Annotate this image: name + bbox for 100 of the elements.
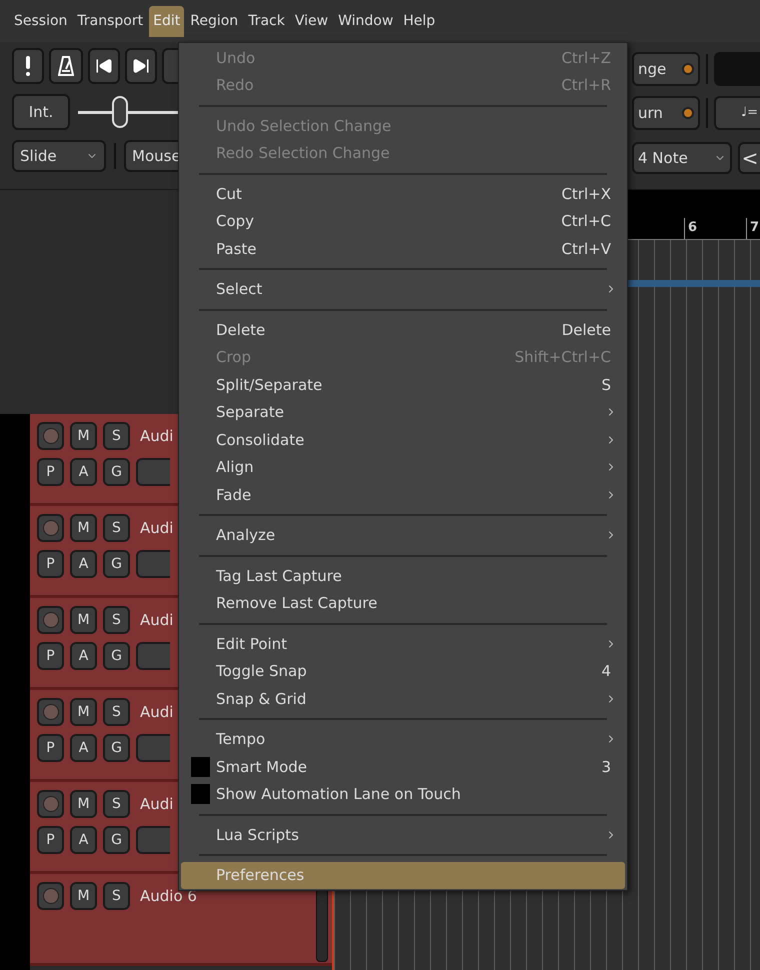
menu-item[interactable]: Cut Ctrl+X — [181, 180, 625, 208]
skip-back-icon — [95, 57, 113, 75]
record-button[interactable] — [37, 882, 64, 910]
menu-item[interactable]: Align — [181, 454, 625, 481]
playlist-button[interactable]: P — [37, 458, 64, 486]
track-input-button[interactable] — [136, 826, 170, 854]
menu-item[interactable]: Select — [181, 276, 625, 303]
slider-thumb[interactable] — [112, 96, 128, 128]
menu-item[interactable]: Tag Last Capture — [181, 562, 625, 590]
solo-button[interactable]: S — [103, 606, 130, 634]
group-button[interactable]: G — [103, 734, 130, 762]
automation-button[interactable]: A — [70, 458, 97, 486]
menu-item-label: Preferences — [216, 865, 304, 886]
menu-item[interactable]: Copy Ctrl+C — [181, 208, 625, 235]
record-button[interactable] — [37, 790, 64, 818]
menu-item[interactable]: Separate — [181, 398, 625, 426]
automation-button[interactable]: A — [70, 826, 97, 854]
metronome-icon — [58, 56, 74, 76]
menu-item[interactable]: Tempo — [181, 726, 625, 753]
menu-item[interactable]: Remove Last Capture — [181, 590, 625, 617]
skip-forward-icon — [132, 57, 150, 75]
menu-item[interactable]: Analyze — [181, 522, 625, 549]
menu-item[interactable]: Split/Separate S — [181, 371, 625, 398]
group-button[interactable]: G — [103, 550, 130, 578]
group-button[interactable]: G — [103, 642, 130, 670]
menu-item-label: Paste — [216, 238, 256, 260]
int-button[interactable]: Int. — [12, 94, 70, 130]
menu-item-label: Smart Mode — [216, 756, 308, 778]
menu-item-label: Undo — [216, 48, 256, 68]
automation-button[interactable]: A — [70, 642, 97, 670]
menu-item[interactable]: Toggle Snap 4 — [181, 658, 625, 685]
range-button[interactable]: nge — [632, 52, 700, 86]
return-button[interactable]: urn — [632, 96, 700, 130]
nudge-button[interactable]: < — [738, 142, 760, 174]
menu-item[interactable]: Lua Scripts — [181, 821, 625, 848]
track-input-button[interactable] — [136, 458, 170, 486]
skip-end-button[interactable] — [125, 48, 157, 84]
automation-button[interactable]: A — [70, 734, 97, 762]
group-button[interactable]: G — [103, 826, 130, 854]
mute-button[interactable]: M — [70, 606, 97, 634]
metronome-button[interactable] — [49, 48, 83, 84]
group-button[interactable]: G — [103, 458, 130, 486]
menu-bar-item[interactable]: Session — [10, 6, 72, 36]
menu-bar-item[interactable]: Help — [399, 6, 440, 36]
shortcut-label: Ctrl+X — [561, 184, 612, 204]
menu-bar-item[interactable]: Track — [244, 6, 289, 36]
mute-button[interactable]: M — [70, 882, 97, 910]
grid-mode-dropdown[interactable]: 4 Note — [632, 142, 732, 174]
record-button[interactable] — [37, 606, 64, 634]
panic-button[interactable] — [12, 48, 44, 84]
menu-item[interactable]: Consolidate — [181, 426, 625, 454]
menu-item[interactable]: Smart Mode 3 — [181, 753, 625, 780]
mute-button[interactable]: M — [70, 514, 97, 542]
solo-button[interactable]: S — [103, 882, 130, 910]
solo-button[interactable]: S — [103, 422, 130, 450]
solo-button[interactable]: S — [103, 514, 130, 542]
menu-bar-item[interactable]: View — [290, 6, 332, 36]
solo-button[interactable]: S — [103, 698, 130, 726]
track-input-button[interactable] — [136, 734, 170, 762]
menu-bar-item[interactable]: Transport — [73, 6, 148, 36]
menu-item-label: Undo Selection Change — [216, 116, 392, 136]
track-input-button[interactable] — [136, 642, 170, 670]
menu-item-label: Snap & Grid — [216, 688, 306, 710]
playlist-button[interactable]: P — [37, 734, 64, 762]
mute-button[interactable]: M — [70, 422, 97, 450]
menu-item-label: Edit Point — [216, 634, 288, 654]
track-name: Audi — [140, 702, 174, 723]
record-button[interactable] — [37, 698, 64, 726]
automation-button[interactable]: A — [70, 550, 97, 578]
record-button[interactable] — [37, 514, 64, 542]
edit-mode-dropdown[interactable]: Slide — [12, 140, 106, 172]
checkbox[interactable] — [191, 784, 210, 804]
menu-item[interactable]: Edit Point — [181, 630, 625, 658]
playlist-button[interactable]: P — [37, 550, 64, 578]
menu-item-label: Cut — [216, 184, 242, 204]
menu-item[interactable]: Fade — [181, 481, 625, 508]
menu-bar-item[interactable]: Region — [186, 6, 242, 36]
mute-button[interactable]: M — [70, 790, 97, 818]
menu-item-label: Separate — [216, 402, 284, 423]
menu-item[interactable]: Paste Ctrl+V — [181, 235, 625, 262]
checkbox[interactable] — [191, 756, 210, 777]
menu-item-label: Crop — [216, 347, 252, 368]
playlist-button[interactable]: P — [37, 826, 64, 854]
track-input-button[interactable] — [136, 550, 170, 578]
record-button[interactable] — [37, 422, 64, 450]
menu-item[interactable]: Snap & Grid — [181, 685, 625, 712]
menu-item-label: Show Automation Lane on Touch — [216, 784, 461, 805]
menu-item-label: Fade — [216, 484, 252, 506]
shortcut-label: Shift+Ctrl+C — [514, 347, 612, 368]
tempo-button[interactable]: ♩= — [714, 96, 760, 130]
solo-button[interactable]: S — [103, 790, 130, 818]
menu-bar-item[interactable]: Window — [334, 6, 398, 36]
ruler-label: 7 — [746, 218, 760, 239]
mute-button[interactable]: M — [70, 698, 97, 726]
menu-item[interactable]: Show Automation Lane on Touch — [181, 780, 625, 808]
playlist-button[interactable]: P — [37, 642, 64, 670]
menu-item-label: Redo — [216, 75, 254, 96]
skip-start-button[interactable] — [88, 48, 120, 84]
menu-item[interactable]: Delete Delete — [181, 316, 625, 344]
shuttle-slider[interactable] — [78, 95, 178, 129]
